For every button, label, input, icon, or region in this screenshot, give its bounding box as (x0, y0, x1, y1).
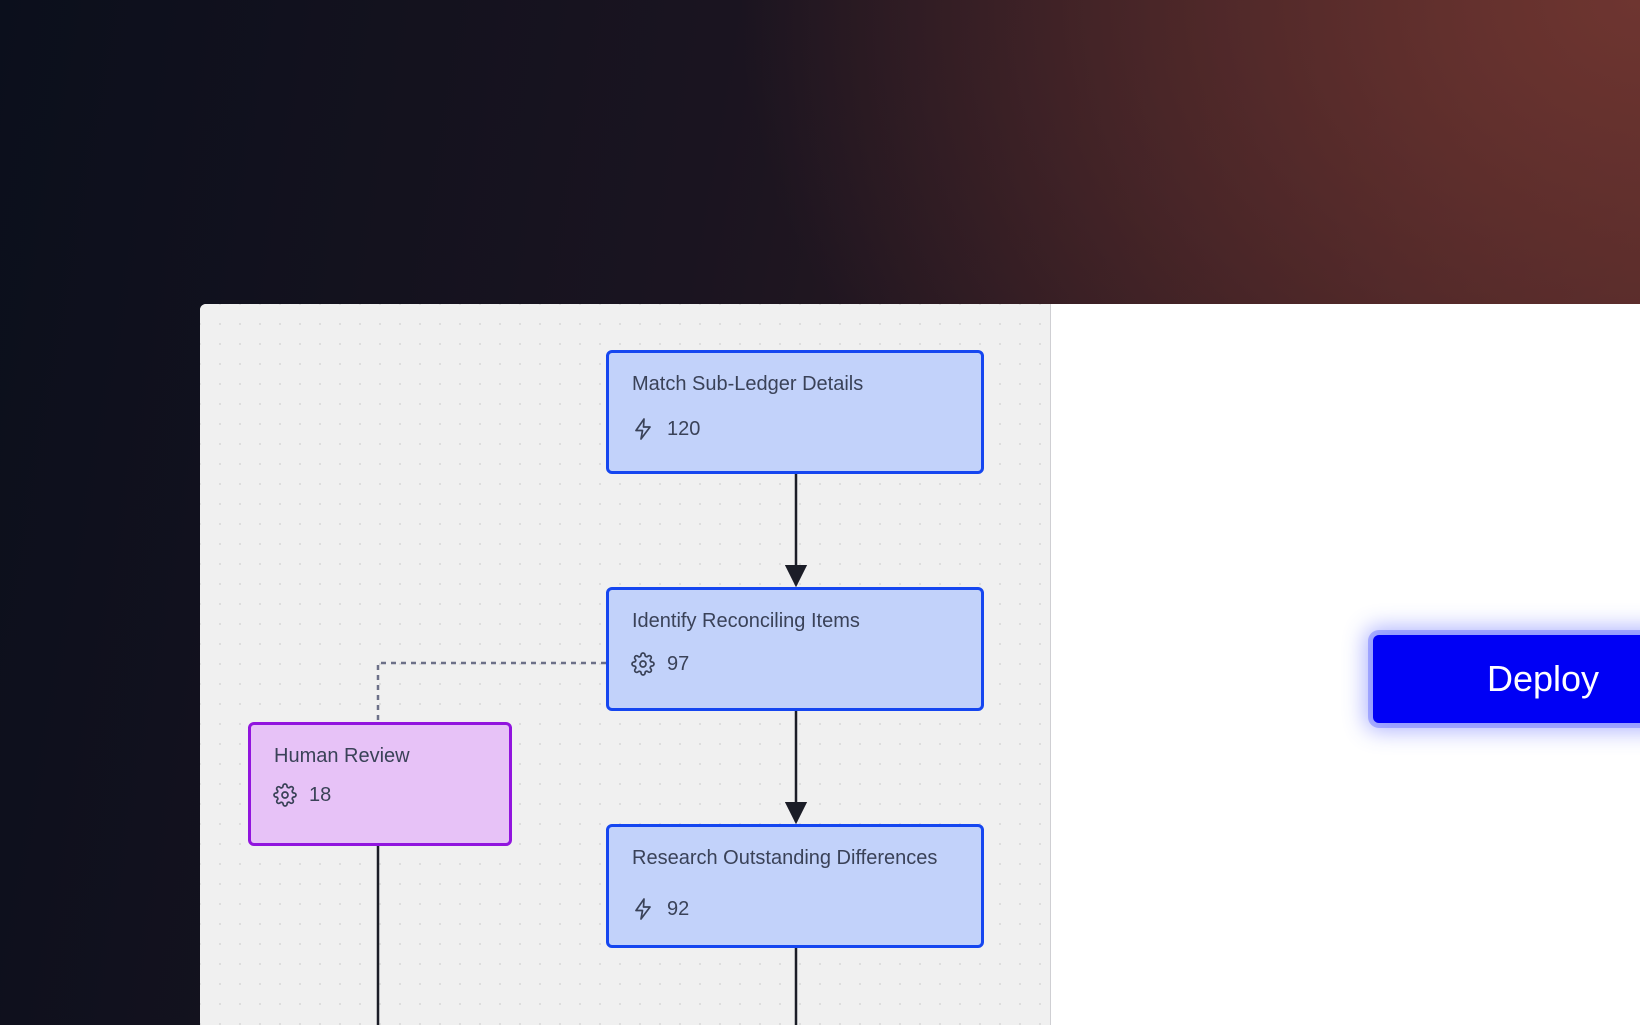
node-meta: 120 (631, 417, 700, 441)
node-count: 18 (309, 783, 332, 806)
workflow-canvas[interactable]: Match Sub-Ledger Details 120 Identify Re… (200, 304, 1051, 1025)
node-title: Research Outstanding Differences (632, 847, 938, 869)
node-meta: 18 (273, 783, 331, 807)
lightning-icon (635, 898, 651, 920)
deploy-button[interactable]: Deploy (1373, 635, 1640, 723)
deploy-button-container: Deploy (1373, 635, 1640, 723)
node-title: Identify Reconciling Items (632, 610, 860, 632)
node-meta: 97 (631, 652, 689, 676)
node-meta: 92 (631, 897, 689, 921)
app-window: Match Sub-Ledger Details 120 Identify Re… (200, 304, 1640, 1025)
edge-identify-to-review (376, 661, 606, 720)
node-research-differences[interactable]: Research Outstanding Differences 92 (606, 824, 984, 948)
node-title: Match Sub-Ledger Details (632, 373, 864, 395)
node-count: 120 (667, 417, 701, 440)
node-title: Human Review (274, 745, 410, 767)
node-identify-reconciling[interactable]: Identify Reconciling Items 97 (606, 587, 984, 711)
node-count: 97 (667, 652, 690, 675)
node-human-review[interactable]: Human Review 18 (248, 722, 512, 846)
side-panel: Deploy (1051, 304, 1640, 1025)
gear-icon (631, 652, 655, 676)
node-match-sub-ledger[interactable]: Match Sub-Ledger Details 120 (606, 350, 984, 474)
lightning-icon (635, 418, 651, 440)
node-count: 92 (667, 897, 690, 920)
gear-icon (273, 783, 297, 807)
